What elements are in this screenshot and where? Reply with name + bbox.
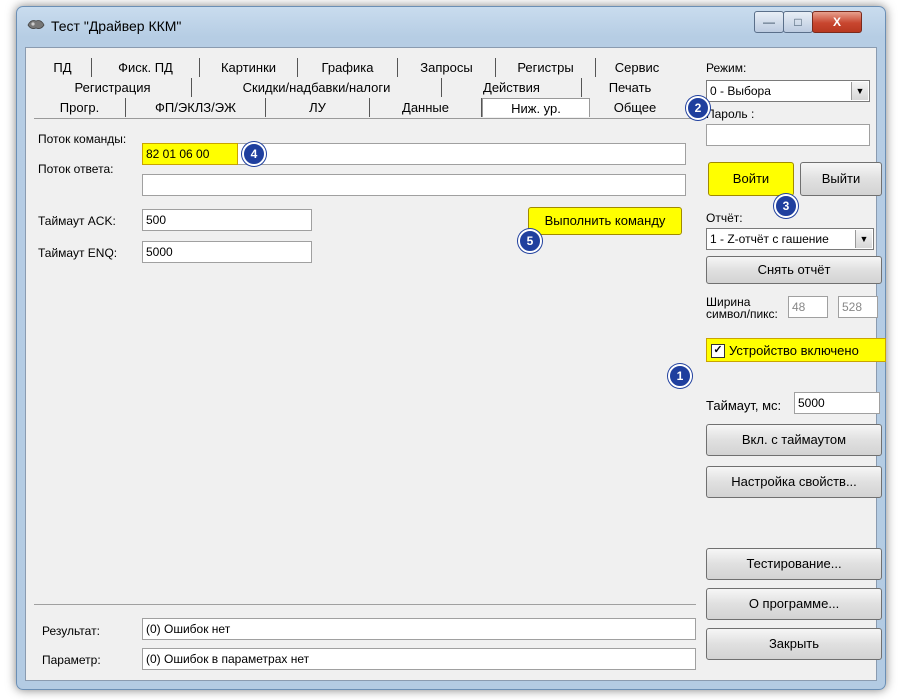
logout-button[interactable]: Выйти <box>800 162 882 196</box>
device-on-checkbox-row[interactable]: ✓ Устройство включено <box>706 338 886 362</box>
chevron-down-icon[interactable]: ▼ <box>855 230 872 248</box>
app-window: Тест "Драйвер ККМ" — □ X ПД Фиск. ПД Кар… <box>16 6 886 690</box>
ack-label: Таймаут ACK: <box>38 214 116 228</box>
tab-actions[interactable]: Действия <box>442 78 582 97</box>
mode-select[interactable]: 0 - Выбора ▼ <box>706 80 870 102</box>
checkmark-icon[interactable]: ✓ <box>711 344 725 358</box>
tab-pictures[interactable]: Картинки <box>200 58 298 77</box>
response-label: Поток ответа: <box>38 162 114 176</box>
tab-registration[interactable]: Регистрация <box>34 78 192 97</box>
app-icon <box>27 20 45 29</box>
tab-graphics[interactable]: Графика <box>298 58 398 77</box>
badge-3: 3 <box>774 194 798 218</box>
enable-timeout-button[interactable]: Вкл. с таймаутом <box>706 424 882 456</box>
response-input[interactable] <box>142 174 686 196</box>
tab-general[interactable]: Общее <box>590 98 680 117</box>
execute-command-button[interactable]: Выполнить команду <box>528 207 682 235</box>
tab-service[interactable]: Сервис <box>596 58 678 77</box>
login-button[interactable]: Войти <box>708 162 794 196</box>
tab-fp-eklz[interactable]: ФП/ЭКЛЗ/ЭЖ <box>126 98 266 117</box>
param-field: (0) Ошибок в параметрах нет <box>142 648 696 670</box>
enq-label: Таймаут ENQ: <box>38 246 118 260</box>
badge-4: 4 <box>242 142 266 166</box>
timeout-input[interactable]: 5000 <box>794 392 880 414</box>
report-value: 1 - Z-отчёт с гашение <box>710 232 829 246</box>
tab-row-2: Регистрация Скидки/надбавки/налоги Дейст… <box>34 78 678 98</box>
param-label: Параметр: <box>42 653 101 667</box>
client-area: ПД Фиск. ПД Картинки Графика Запросы Рег… <box>25 47 886 681</box>
tab-requests[interactable]: Запросы <box>398 58 496 77</box>
result-field: (0) Ошибок нет <box>142 618 696 640</box>
tab-lu[interactable]: ЛУ <box>266 98 370 117</box>
tab-row-3: Прогр. ФП/ЭКЛЗ/ЭЖ ЛУ Данные Ниж. ур. Общ… <box>34 98 680 118</box>
right-panel: Режим: 0 - Выбора ▼ Пароль : Войти Выйти… <box>704 56 886 674</box>
results-separator <box>34 604 696 605</box>
mode-value: 0 - Выбора <box>710 84 771 98</box>
command-input-rest[interactable] <box>238 143 686 165</box>
badge-5: 5 <box>518 229 542 253</box>
window-title: Тест "Драйвер ККМ" <box>51 18 182 34</box>
width-label: Ширина символ/пикс: <box>706 295 778 321</box>
tab-fisk-pd[interactable]: Фиск. ПД <box>92 58 200 77</box>
ack-timeout-input[interactable]: 500 <box>142 209 312 231</box>
low-level-pane: Поток команды: 82 01 06 00 4 Поток ответ… <box>34 118 696 599</box>
settings-button[interactable]: Настройка свойств... <box>706 466 882 498</box>
about-button[interactable]: О программе... <box>706 588 882 620</box>
width-pixels-input[interactable]: 528 <box>838 296 878 318</box>
command-input[interactable]: 82 01 06 00 <box>142 143 238 165</box>
report-label: Отчёт: <box>706 211 743 225</box>
take-report-button[interactable]: Снять отчёт <box>706 256 882 284</box>
tab-print[interactable]: Печать <box>582 78 678 97</box>
close-window-button[interactable]: X <box>812 11 862 33</box>
tab-pd[interactable]: ПД <box>34 58 92 77</box>
title-bar: Тест "Драйвер ККМ" — □ X <box>17 7 885 43</box>
tab-low-level[interactable]: Ниж. ур. <box>482 98 590 117</box>
badge-1: 1 <box>668 364 692 388</box>
password-input[interactable] <box>706 124 870 146</box>
report-select[interactable]: 1 - Z-отчёт с гашение ▼ <box>706 228 874 250</box>
command-label: Поток команды: <box>38 132 127 146</box>
chevron-down-icon[interactable]: ▼ <box>851 82 868 100</box>
enq-timeout-input[interactable]: 5000 <box>142 241 312 263</box>
result-label: Результат: <box>42 624 100 638</box>
tab-row-1: ПД Фиск. ПД Картинки Графика Запросы Рег… <box>34 58 678 78</box>
maximize-button[interactable]: □ <box>783 11 813 33</box>
tab-data[interactable]: Данные <box>370 98 482 117</box>
testing-button[interactable]: Тестирование... <box>706 548 882 580</box>
badge-2: 2 <box>686 96 710 120</box>
mode-label: Режим: <box>706 61 747 75</box>
close-button[interactable]: Закрыть <box>706 628 882 660</box>
tab-registers[interactable]: Регистры <box>496 58 596 77</box>
device-on-label: Устройство включено <box>729 343 859 358</box>
tab-discounts[interactable]: Скидки/надбавки/налоги <box>192 78 442 97</box>
tab-progr[interactable]: Прогр. <box>34 98 126 117</box>
tab-strip: ПД Фиск. ПД Картинки Графика Запросы Рег… <box>34 56 698 118</box>
password-label: Пароль : <box>706 107 755 121</box>
timeout-label: Таймаут, мс: <box>706 398 782 413</box>
minimize-button[interactable]: — <box>754 11 784 33</box>
width-chars-input[interactable]: 48 <box>788 296 828 318</box>
